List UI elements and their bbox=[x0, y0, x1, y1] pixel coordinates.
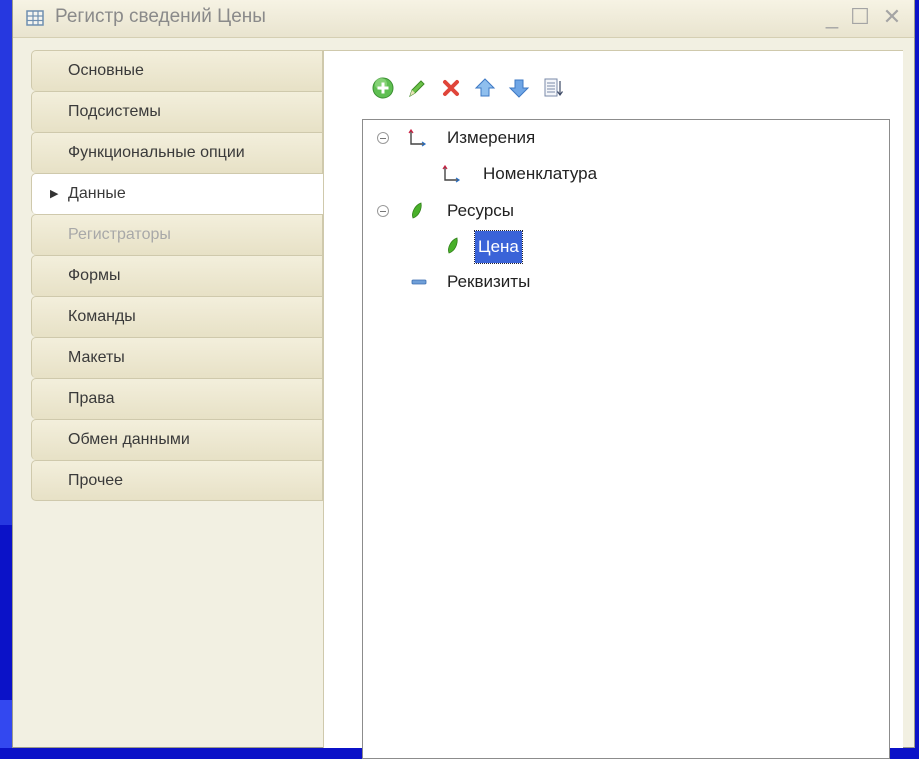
move-down-icon[interactable] bbox=[506, 73, 532, 103]
edit-icon[interactable] bbox=[404, 73, 430, 103]
collapse-toggle-icon[interactable] bbox=[377, 132, 389, 144]
move-up-icon[interactable] bbox=[472, 73, 498, 103]
collapse-toggle-icon[interactable] bbox=[377, 205, 389, 217]
minimize-button[interactable]: _ bbox=[821, 4, 843, 30]
tab-dannye[interactable]: ▶ Данные bbox=[31, 173, 324, 214]
tab-label: Данные bbox=[68, 185, 126, 202]
tab-makety[interactable]: Макеты bbox=[31, 337, 323, 378]
tab-label: Регистраторы bbox=[68, 226, 171, 243]
title-bar[interactable]: Регистр сведений Цены _ ☐ ✕ bbox=[13, 0, 914, 38]
caret-right-icon: ▶ bbox=[50, 188, 59, 200]
structure-tree[interactable]: Измерения Номенклатура Ресурсы Цена Рекв… bbox=[362, 119, 890, 759]
dimension-icon bbox=[408, 128, 427, 147]
tab-label: Функциональные опции bbox=[68, 144, 245, 161]
maximize-button[interactable]: ☐ bbox=[849, 4, 871, 30]
tree-node-label: Ресурсы bbox=[447, 201, 515, 220]
tree-node-label: Измерения bbox=[447, 128, 536, 147]
tab-prava[interactable]: Права bbox=[31, 378, 323, 419]
sort-icon[interactable] bbox=[540, 73, 566, 103]
add-icon[interactable] bbox=[370, 73, 396, 103]
tab-label: Обмен данными bbox=[68, 431, 190, 448]
resource-icon bbox=[412, 202, 422, 219]
tab-label: Права bbox=[68, 390, 115, 407]
window-title: Регистр сведений Цены bbox=[55, 6, 266, 27]
tab-list: Основные Подсистемы Функциональные опции… bbox=[31, 50, 324, 501]
tab-label: Команды bbox=[68, 308, 136, 325]
background-strip bbox=[0, 700, 12, 748]
tab-komandy[interactable]: Команды bbox=[31, 296, 323, 337]
delete-icon[interactable] bbox=[438, 73, 464, 103]
register-table-icon bbox=[26, 10, 44, 26]
attribute-icon bbox=[411, 279, 427, 285]
sidebar: Основные Подсистемы Функциональные опции… bbox=[31, 50, 324, 748]
tab-registratory: Регистраторы bbox=[31, 214, 323, 255]
background-strip bbox=[0, 0, 12, 525]
tab-osnovnye[interactable]: Основные bbox=[31, 50, 323, 91]
tree-node-label-selected: Цена bbox=[474, 230, 523, 264]
tab-prochee[interactable]: Прочее bbox=[31, 460, 323, 501]
tab-label: Макеты bbox=[68, 349, 125, 366]
tab-label: Формы bbox=[68, 267, 121, 284]
tab-label: Подсистемы bbox=[68, 103, 161, 120]
dimension-icon bbox=[442, 164, 461, 183]
tab-formy[interactable]: Формы bbox=[31, 255, 323, 296]
register-window: Регистр сведений Цены _ ☐ ✕ Основные Под… bbox=[12, 0, 915, 759]
tab-label: Прочее bbox=[68, 472, 124, 489]
close-button[interactable]: ✕ bbox=[881, 4, 903, 30]
tab-funktsionalnye-optsii[interactable]: Функциональные опции bbox=[31, 132, 323, 173]
tree-node-label: Реквизиты bbox=[447, 272, 531, 291]
resource-icon bbox=[448, 237, 458, 254]
tree-node-label: Номенклатура bbox=[483, 164, 598, 183]
tab-obmen-dannymi[interactable]: Обмен данными bbox=[31, 419, 323, 460]
data-panel: Измерения Номенклатура Ресурсы Цена Рекв… bbox=[323, 50, 903, 759]
tab-podsistemy[interactable]: Подсистемы bbox=[31, 91, 323, 132]
tab-label: Основные bbox=[68, 62, 144, 79]
